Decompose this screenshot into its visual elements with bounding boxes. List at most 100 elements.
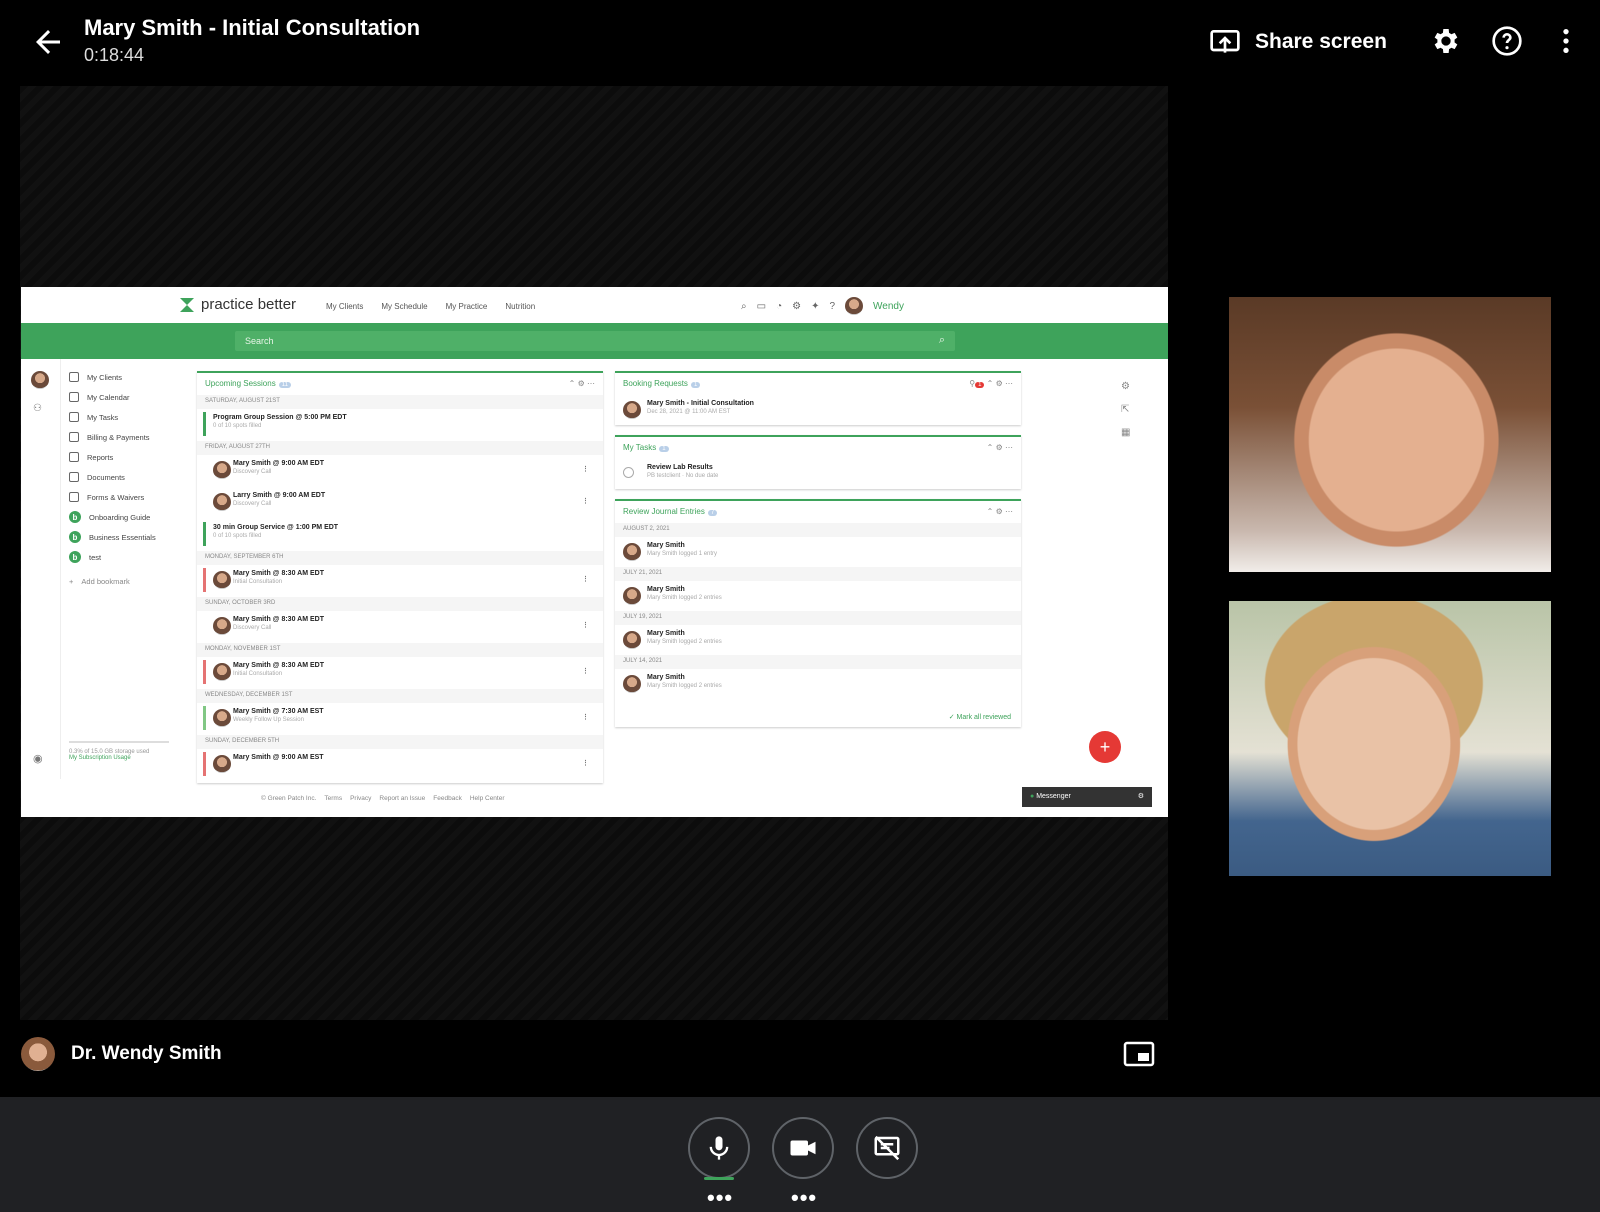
nav-my-clients[interactable]: My Clients	[326, 302, 363, 311]
panel-header: My Tasks 1 ⌃ ⚙ ⋯	[615, 437, 1021, 459]
billing-icon	[69, 432, 79, 442]
gear-icon[interactable]: ⚙	[1121, 375, 1130, 398]
session-title: Program Group Session @ 5:00 PM EDT	[213, 414, 347, 421]
add-bookmark-button[interactable]: + Add bookmark	[69, 571, 197, 591]
magic-wand-icon[interactable]: ✦	[811, 301, 819, 312]
sidebar-item-documents[interactable]: Documents	[69, 467, 197, 487]
count-badge: 1	[690, 382, 701, 388]
app-brand: practice better	[201, 296, 297, 313]
help-button[interactable]	[1489, 23, 1525, 59]
gear-icon[interactable]: ⚙	[1138, 792, 1144, 800]
booking-request-item[interactable]: Mary Smith - Initial Consultation Dec 28…	[615, 395, 1021, 425]
sidebar-item-my-calendar[interactable]: My Calendar	[69, 387, 197, 407]
more-vert-icon[interactable]: ⋮	[582, 667, 589, 675]
session-color-bar	[203, 706, 206, 730]
b-icon: b	[69, 551, 81, 563]
microphone-button[interactable]	[688, 1117, 750, 1179]
session-color-bar	[203, 660, 206, 684]
footer-report[interactable]: Report an Issue	[379, 795, 425, 802]
more-options-button[interactable]	[1548, 23, 1584, 59]
journal-client-name: Mary Smith	[647, 542, 685, 549]
panel-actions[interactable]: ⚲ 1 ⌃ ⚙ ⋯	[969, 379, 1013, 389]
nav-my-practice[interactable]: My Practice	[446, 302, 488, 311]
footer-privacy[interactable]: Privacy	[350, 795, 371, 802]
search-icon[interactable]: ⌕	[741, 301, 747, 312]
more-vert-icon[interactable]: ⋮	[582, 465, 589, 473]
tasks-icon	[69, 412, 79, 422]
nav-my-schedule[interactable]: My Schedule	[381, 302, 427, 311]
session-date-header: Sunday, October 3rd	[197, 597, 603, 611]
footer-terms[interactable]: Terms	[324, 795, 342, 802]
session-item[interactable]: Mary Smith @ 9:00 AM EST ⋮	[197, 749, 603, 781]
settings-button[interactable]	[1428, 23, 1464, 59]
camera-button[interactable]	[772, 1117, 834, 1179]
camera-options-button[interactable]: •••	[791, 1185, 817, 1211]
journal-list: August 2, 2021 Mary Smith Mary Smith logge…	[615, 523, 1021, 699]
notifications-icon[interactable]: ◔	[776, 301, 782, 312]
footer-help[interactable]: Help Center	[470, 795, 505, 802]
count-badge: 7	[707, 510, 718, 516]
sidebar-item-onboarding[interactable]: b Onboarding Guide	[69, 507, 197, 527]
avatar	[213, 617, 231, 635]
session-item[interactable]: Larry Smith @ 9:00 AM EDT Discovery Call ⋮	[197, 487, 603, 519]
account-icon[interactable]: ◉	[33, 752, 43, 765]
task-title: Review Lab Results	[647, 464, 713, 471]
sidebar-item-my-tasks[interactable]: My Tasks	[69, 407, 197, 427]
picture-in-picture-button[interactable]	[1123, 1041, 1155, 1067]
add-button[interactable]: +	[1089, 731, 1121, 763]
participant-video-2[interactable]	[1229, 601, 1551, 876]
sidebar-item-reports[interactable]: Reports	[69, 447, 197, 467]
task-item[interactable]: Review Lab Results PB testclient · No du…	[615, 459, 1021, 489]
more-vert-icon[interactable]: ⋮	[582, 713, 589, 721]
sidebar-item-billing[interactable]: Billing & Payments	[69, 427, 197, 447]
journal-entry[interactable]: Mary Smith Mary Smith logged 2 entries	[615, 625, 1021, 655]
microphone-options-button[interactable]: •••	[707, 1185, 733, 1211]
footer-feedback[interactable]: Feedback	[433, 795, 462, 802]
grid-icon[interactable]: ▦	[1121, 421, 1130, 444]
share-screen-button[interactable]: Share screen	[1209, 24, 1387, 60]
sidebar-item-forms[interactable]: Forms & Waivers	[69, 487, 197, 507]
picture-in-picture-icon	[1123, 1041, 1155, 1067]
session-item[interactable]: Mary Smith @ 8:30 AM EDT Initial Consulta…	[197, 565, 603, 597]
sidebar-item-my-clients[interactable]: My Clients	[69, 367, 197, 387]
more-vert-icon[interactable]: ⋮	[582, 621, 589, 629]
chat-icon[interactable]: ▭	[757, 301, 766, 312]
session-item[interactable]: Program Group Session @ 5:00 PM EDT 0 of …	[197, 409, 603, 441]
session-item[interactable]: Mary Smith @ 9:00 AM EDT Discovery Call ⋮	[197, 455, 603, 487]
subscription-link[interactable]: My Subscription Usage	[69, 755, 197, 761]
share-screen-label: Share screen	[1255, 30, 1387, 53]
presenter-label: Dr. Wendy Smith	[21, 1037, 222, 1071]
back-button[interactable]	[30, 24, 66, 60]
session-item[interactable]: Mary Smith @ 8:30 AM EDT Initial Consulta…	[197, 657, 603, 689]
user-menu[interactable]: Wendy	[873, 301, 904, 312]
session-item[interactable]: Mary Smith @ 8:30 AM EDT Discovery Call ⋮	[197, 611, 603, 643]
avatar[interactable]	[31, 371, 49, 389]
panel-actions[interactable]: ⌃ ⚙ ⋯	[987, 443, 1013, 453]
nav-nutrition[interactable]: Nutrition	[505, 302, 535, 311]
session-item[interactable]: Mary Smith @ 7:30 AM EST Weekly Follow Up…	[197, 703, 603, 735]
export-icon[interactable]: ⇱	[1121, 398, 1130, 421]
session-item[interactable]: 30 min Group Service @ 1:00 PM EDT 0 of 1…	[197, 519, 603, 551]
sidebar-item-business[interactable]: b Business Essentials	[69, 527, 197, 547]
task-checkbox[interactable]	[623, 467, 634, 478]
more-vert-icon[interactable]: ⋮	[582, 497, 589, 505]
more-vert-icon[interactable]: ⋮	[582, 759, 589, 767]
sidebar-item-test[interactable]: b test	[69, 547, 197, 567]
journal-entry[interactable]: Mary Smith Mary Smith logged 1 entry	[615, 537, 1021, 567]
gear-icon[interactable]: ⚙	[792, 301, 801, 312]
avatar[interactable]	[845, 297, 864, 315]
journal-entry[interactable]: Mary Smith Mary Smith logged 2 entries	[615, 581, 1021, 611]
panel-actions[interactable]: ⌃ ⚙ ⋯	[987, 507, 1013, 517]
panel-actions[interactable]: ⌃ ⚙ ⋯	[569, 379, 595, 389]
more-vert-icon[interactable]: ⋮	[582, 575, 589, 583]
participant-video-1[interactable]	[1229, 297, 1551, 572]
messenger-bar[interactable]: ● Messenger ⚙	[1022, 787, 1152, 807]
mark-all-reviewed-button[interactable]: ✓ Mark all reviewed	[949, 713, 1011, 721]
search-input[interactable]: Search ⌕	[235, 331, 955, 351]
journal-entry[interactable]: Mary Smith Mary Smith logged 2 entries	[615, 669, 1021, 699]
session-color-bar	[203, 412, 206, 436]
sessions-list: Saturday, August 21st Program Group Sessi…	[197, 395, 603, 781]
add-client-icon[interactable]: ⚇	[33, 403, 60, 414]
stop-presenting-button[interactable]	[856, 1117, 918, 1179]
help-icon[interactable]: ?	[829, 301, 835, 312]
